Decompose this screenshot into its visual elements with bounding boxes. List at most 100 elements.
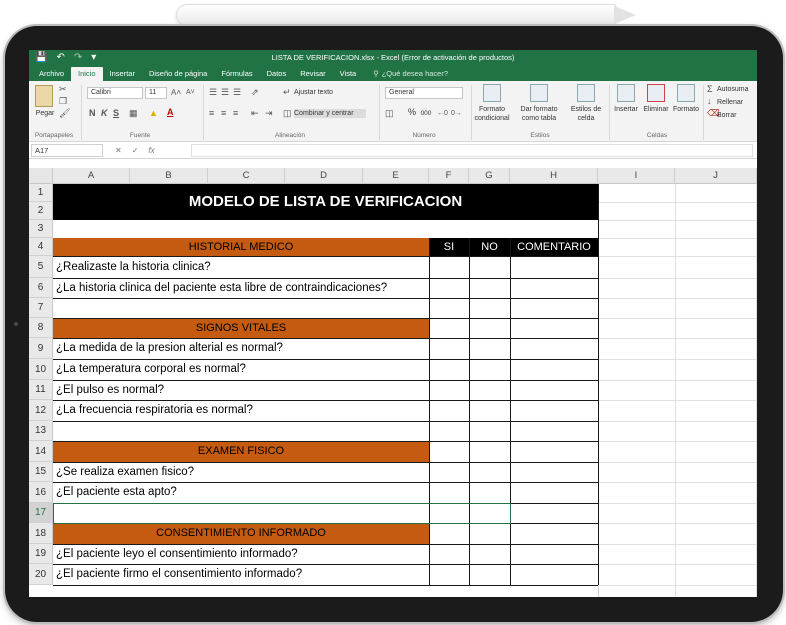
- tab-inicio[interactable]: Inicio: [71, 67, 103, 81]
- row-header-11[interactable]: 11: [29, 380, 53, 400]
- spreadsheet-grid[interactable]: A B C D E F G H I J 1 2 3 4 5 6 7 8 9 10…: [29, 168, 757, 597]
- format-as-table-icon[interactable]: [530, 84, 548, 102]
- row-header-6[interactable]: 6: [29, 278, 53, 298]
- row-header-8[interactable]: 8: [29, 318, 53, 338]
- enter-icon[interactable]: ✓: [132, 144, 139, 157]
- align-bottom-icon[interactable]: ☰: [233, 87, 241, 98]
- align-center-icon[interactable]: ≡: [221, 108, 226, 119]
- question-consentimiento-1[interactable]: ¿El paciente leyo el consentimiento info…: [53, 544, 298, 564]
- cancel-icon[interactable]: ✕: [115, 144, 122, 157]
- tab-vista[interactable]: Vista: [333, 67, 364, 81]
- column-header-h[interactable]: H: [510, 168, 598, 184]
- format-cells-icon[interactable]: [677, 84, 695, 102]
- row-header-10[interactable]: 10: [29, 359, 53, 380]
- question-examen-2[interactable]: ¿El paciente esta apto?: [53, 482, 177, 503]
- align-middle-icon[interactable]: ☰: [221, 87, 229, 98]
- format-as-table-label-2[interactable]: como tabla: [516, 114, 562, 123]
- increase-indent-icon[interactable]: ⇥: [265, 108, 273, 119]
- align-right-icon[interactable]: ≡: [233, 108, 238, 119]
- format-cells-button[interactable]: Formato: [669, 105, 703, 114]
- column-header-f[interactable]: F: [429, 168, 469, 184]
- insert-cells-button[interactable]: Insertar: [609, 105, 643, 114]
- column-header-c[interactable]: C: [208, 168, 285, 184]
- decrease-decimal-icon[interactable]: 0→: [451, 108, 462, 119]
- row-header-2[interactable]: 2: [29, 202, 53, 220]
- fill-color-icon[interactable]: ▲: [149, 108, 158, 119]
- question-signos-2[interactable]: ¿La temperatura corporal es normal?: [53, 359, 246, 380]
- insert-cells-icon[interactable]: [617, 84, 635, 102]
- conditional-format-label-2[interactable]: condicional: [470, 114, 514, 123]
- column-header-g[interactable]: G: [469, 168, 510, 184]
- font-color-icon[interactable]: A: [167, 107, 174, 118]
- font-size-select[interactable]: 11: [145, 87, 167, 99]
- number-format-select[interactable]: General: [385, 87, 463, 99]
- borders-icon[interactable]: ▦: [129, 108, 138, 119]
- clear-button[interactable]: Borrar: [717, 111, 757, 120]
- cell-styles-icon[interactable]: [577, 84, 595, 102]
- delete-cells-icon[interactable]: [647, 84, 665, 102]
- sheet-title[interactable]: MODELO DE LISTA DE VERIFICACION: [53, 184, 598, 220]
- row-header-9[interactable]: 9: [29, 338, 53, 359]
- row-header-17[interactable]: 17: [29, 503, 53, 523]
- row-header-14[interactable]: 14: [29, 441, 53, 462]
- font-name-select[interactable]: Calibri: [87, 87, 143, 99]
- row-header-13[interactable]: 13: [29, 421, 53, 441]
- section-header-signos-vitales[interactable]: SIGNOS VITALES: [53, 318, 429, 338]
- question-historial-2[interactable]: ¿La historia clinica del paciente esta l…: [53, 278, 387, 298]
- column-header-j[interactable]: J: [675, 168, 757, 184]
- tab-diseno-pagina[interactable]: Diseño de página: [142, 67, 214, 81]
- selected-cell-a17[interactable]: [53, 503, 511, 524]
- format-as-table-label-1[interactable]: Dar formato: [516, 105, 562, 114]
- row-header-19[interactable]: 19: [29, 544, 53, 564]
- insert-function-icon[interactable]: fx: [148, 144, 154, 157]
- section-header-examen-fisico[interactable]: EXAMEN FISICO: [53, 441, 429, 462]
- row-header-16[interactable]: 16: [29, 482, 53, 503]
- decrease-font-icon[interactable]: A˅: [186, 87, 195, 98]
- thousands-button[interactable]: 000: [419, 109, 433, 118]
- merge-center-icon[interactable]: ◫: [283, 108, 292, 119]
- delete-cells-button[interactable]: Eliminar: [639, 105, 673, 114]
- increase-font-icon[interactable]: A˄: [171, 87, 181, 98]
- column-label-comentario[interactable]: COMENTARIO: [510, 238, 598, 256]
- copy-icon[interactable]: ❐: [59, 96, 67, 107]
- row-header-7[interactable]: 7: [29, 298, 53, 318]
- bold-button[interactable]: N: [89, 108, 96, 119]
- cut-icon[interactable]: ✂: [59, 84, 67, 95]
- column-header-b[interactable]: B: [130, 168, 208, 184]
- autosum-icon[interactable]: Σ: [707, 84, 713, 95]
- paste-icon[interactable]: [35, 85, 53, 107]
- fill-icon[interactable]: ↓: [707, 96, 712, 107]
- underline-button[interactable]: S: [113, 108, 119, 119]
- row-header-15[interactable]: 15: [29, 462, 53, 482]
- row-header-5[interactable]: 5: [29, 256, 53, 278]
- tab-revisar[interactable]: Revisar: [293, 67, 332, 81]
- question-signos-3[interactable]: ¿El pulso es normal?: [53, 380, 164, 400]
- row-header-18[interactable]: 18: [29, 523, 53, 544]
- tab-archivo[interactable]: Archivo: [32, 67, 71, 81]
- select-all-corner[interactable]: [29, 168, 53, 184]
- question-examen-1[interactable]: ¿Se realiza examen fisico?: [53, 462, 194, 482]
- merge-center-button[interactable]: Combinar y centrar: [294, 109, 366, 118]
- column-header-i[interactable]: I: [598, 168, 675, 184]
- section-header-historial-medico[interactable]: HISTORIAL MEDICO: [53, 238, 429, 256]
- percent-button[interactable]: %: [407, 108, 417, 117]
- wrap-text-icon[interactable]: ↵: [283, 87, 291, 98]
- row-header-4[interactable]: 4: [29, 238, 53, 256]
- currency-icon[interactable]: ◫: [385, 108, 394, 119]
- fill-button[interactable]: Rellenar: [717, 98, 757, 107]
- italic-button[interactable]: K: [101, 108, 108, 119]
- question-signos-1[interactable]: ¿La medida de la presion alterial es nor…: [53, 338, 283, 359]
- format-painter-icon[interactable]: 🖌: [59, 108, 70, 119]
- conditional-format-label-1[interactable]: Formato: [470, 105, 514, 114]
- cell-styles-label-1[interactable]: Estilos de: [564, 105, 608, 114]
- column-header-a[interactable]: A: [53, 168, 130, 184]
- tell-me-box[interactable]: ⚲ ¿Qué desea hacer?: [363, 67, 448, 81]
- question-historial-1[interactable]: ¿Realizaste la historia clinica?: [53, 256, 211, 278]
- question-consentimiento-2[interactable]: ¿El paciente firmo el consentimiento inf…: [53, 564, 302, 585]
- name-box[interactable]: A17: [31, 144, 103, 157]
- tab-formulas[interactable]: Fórmulas: [214, 67, 259, 81]
- cell-styles-label-2[interactable]: celda: [564, 114, 608, 123]
- column-label-no[interactable]: NO: [469, 238, 510, 256]
- formula-input[interactable]: [191, 144, 753, 157]
- wrap-text-button[interactable]: Ajustar texto: [294, 88, 354, 97]
